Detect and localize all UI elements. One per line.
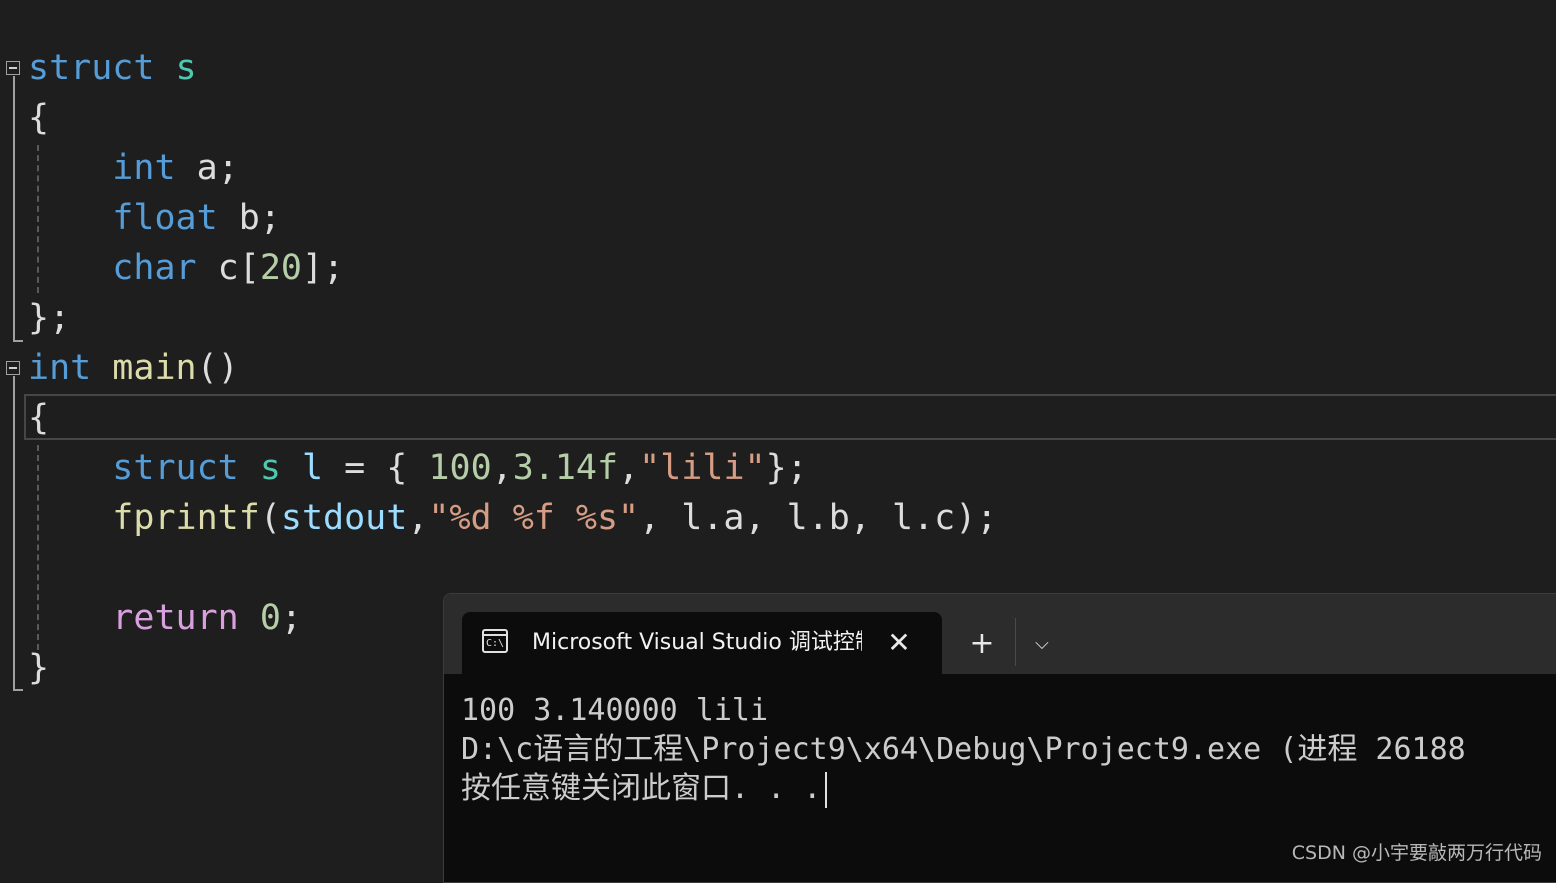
bracket-open: [ (238, 248, 260, 288)
titlebar-separator (1015, 618, 1016, 666)
output-line-3: 按任意键关闭此窗口. . . (461, 769, 1556, 808)
keyword-float: float (112, 198, 218, 238)
paren-open: ( (259, 498, 281, 538)
code-line-6[interactable]: }; (28, 293, 70, 343)
keyword-int: int (112, 148, 176, 188)
code-line-3[interactable]: int a; (28, 143, 239, 193)
code-line-8[interactable]: { (28, 393, 49, 443)
struct-name: s (175, 48, 197, 88)
current-line-highlight (24, 394, 1556, 440)
code-line-7[interactable]: int main() (28, 343, 239, 393)
collapse-toggle-main[interactable] (6, 361, 20, 375)
args: , l.a, l.b, l.c); (639, 498, 998, 538)
terminal-titlebar[interactable]: C:\ Microsoft Visual Studio 调试控制台 ✕ + ⌵ (444, 594, 1556, 674)
console-icon: C:\ (482, 629, 508, 653)
keyword-struct: struct (28, 48, 155, 88)
outline-struct-end (13, 340, 23, 342)
num-0: 0 (259, 598, 281, 638)
var-stdout: stdout (280, 498, 408, 538)
member-c: c (217, 248, 239, 288)
collapse-toggle-struct[interactable] (6, 61, 20, 75)
new-tab-button[interactable]: + (962, 624, 1002, 664)
terminal-tab[interactable]: C:\ Microsoft Visual Studio 调试控制台 ✕ (462, 612, 942, 674)
code-line-4[interactable]: float b; (28, 193, 281, 243)
code-line-13[interactable]: } (28, 643, 49, 693)
comma: , (491, 448, 513, 488)
open-brace: { (28, 398, 50, 438)
comma: , (407, 498, 429, 538)
function-main: main (112, 348, 197, 388)
code-line-9[interactable]: struct s l = { 100,3.14f,"lili"}; (28, 443, 808, 493)
press-any-key-text: 按任意键关闭此窗口. . . (461, 771, 822, 806)
string-lili: "lili" (639, 448, 766, 488)
function-fprintf: fprintf (112, 498, 260, 538)
keyword-struct: struct (112, 448, 239, 488)
num-314f: 3.14f (512, 448, 619, 488)
code-line-5[interactable]: char c[20]; (28, 243, 344, 293)
outline-main-end (13, 689, 23, 691)
close-init: }; (765, 448, 808, 488)
watermark: CSDN @小宇要敲两万行代码 (1291, 842, 1542, 864)
var-l: l (301, 448, 324, 488)
parens: () (196, 348, 239, 388)
type-s: s (259, 448, 281, 488)
terminal-output[interactable]: 100 3.140000 lili D:\c语言的工程\Project9\x64… (461, 691, 1556, 808)
close-tab-button[interactable]: ✕ (882, 626, 916, 660)
array-size: 20 (259, 248, 302, 288)
member-b: b; (238, 198, 281, 238)
assign: = { (344, 448, 408, 488)
code-line-1[interactable]: struct s (28, 43, 197, 93)
keyword-char: char (112, 248, 197, 288)
format-string: "%d %f %s" (428, 498, 640, 538)
keyword-return: return (112, 598, 239, 638)
output-line-2: D:\c语言的工程\Project9\x64\Debug\Project9.ex… (461, 732, 1466, 767)
outline-struct (13, 76, 15, 341)
num-100: 100 (428, 448, 492, 488)
open-brace: { (28, 98, 50, 138)
tab-title: Microsoft Visual Studio 调试控制台 (532, 630, 862, 655)
member-a: a; (196, 148, 239, 188)
code-line-12[interactable]: return 0; (28, 593, 302, 643)
keyword-int: int (28, 348, 92, 388)
close-brace: }; (28, 298, 71, 338)
semicolon: ; (280, 598, 302, 638)
close-brace: } (28, 648, 50, 688)
comma: , (618, 448, 640, 488)
bracket-close: ]; (301, 248, 345, 288)
text-cursor (825, 771, 828, 808)
code-line-2[interactable]: { (28, 93, 49, 143)
code-line-10[interactable]: fprintf(stdout,"%d %f %s", l.a, l.b, l.c… (28, 493, 997, 543)
output-line-1: 100 3.140000 lili (461, 693, 769, 728)
outline-main (13, 376, 15, 690)
chevron-down-icon[interactable]: ⌵ (1022, 624, 1062, 664)
